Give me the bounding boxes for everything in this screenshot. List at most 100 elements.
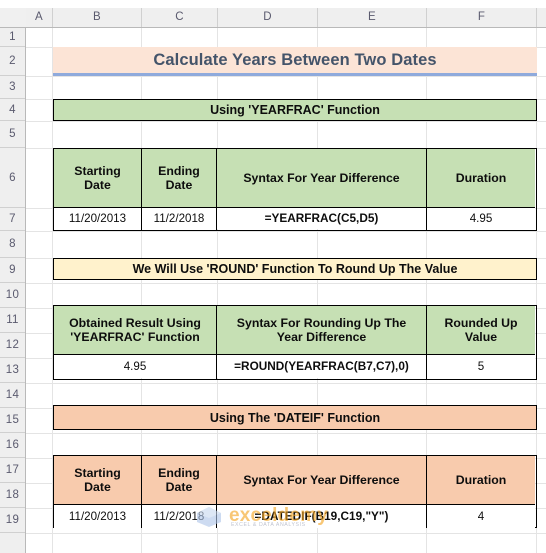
column-header-g-partial[interactable]: [537, 8, 546, 27]
table-row-separator: [54, 354, 535, 356]
table-cell-duration[interactable]: 4: [427, 505, 535, 528]
column-header-a[interactable]: A: [26, 8, 53, 27]
header-line: Value: [464, 330, 498, 344]
row-header-4[interactable]: 4: [0, 99, 25, 121]
row-header-7[interactable]: 7: [0, 208, 25, 231]
round-table: Obtained Result Using 'YEARFRAC' Functio…: [53, 305, 537, 380]
row-label: 8: [9, 238, 16, 250]
column-header-d[interactable]: D: [218, 8, 318, 27]
column-header-b[interactable]: B: [53, 8, 142, 27]
row-label: 3: [9, 81, 16, 93]
yearfrac-table: Starting Date Ending Date Syntax For Yea…: [53, 148, 537, 231]
table-cell-syntax[interactable]: =YEARFRAC(C5,D5): [217, 208, 426, 229]
row-header-17[interactable]: 17: [0, 458, 25, 483]
row-label: 11: [6, 314, 19, 326]
table-column-separator: [216, 149, 218, 230]
table-header-syntax-rounding: Syntax For Rounding Up The Year Differen…: [217, 306, 426, 354]
table-column-separator: [426, 149, 428, 230]
row-label: 19: [5, 514, 20, 526]
row-header-13[interactable]: 13: [0, 358, 25, 383]
gridline-h: [26, 121, 546, 122]
table-cell-duration[interactable]: 4.95: [427, 208, 535, 229]
header-line: Date: [165, 178, 193, 192]
row-label: 17: [5, 464, 20, 476]
column-header-c[interactable]: C: [142, 8, 218, 27]
table-cell-obtained-result[interactable]: 4.95: [54, 355, 216, 378]
spreadsheet-canvas: A B C D E F 1 2 3 4 5 6 7 8 9 10 11 12 1…: [0, 0, 546, 553]
row-label: 2: [9, 55, 16, 67]
table-cell-ending-date[interactable]: 11/2/2018: [142, 505, 216, 528]
row-header-8[interactable]: 8: [0, 231, 25, 258]
table-column-separator: [141, 149, 143, 230]
table-column-separator: [216, 306, 218, 379]
row-header-15[interactable]: 15: [0, 408, 25, 433]
header-line: Date: [84, 480, 111, 494]
row-header-6[interactable]: 6: [0, 148, 25, 208]
section-banner-round[interactable]: We Will Use 'ROUND' Function To Round Up…: [53, 258, 537, 280]
table-cell-syntax-rounding[interactable]: =ROUND(YEARFRAC(B7,C7),0): [217, 355, 426, 378]
table-cell-ending-date[interactable]: 11/2/2018: [142, 208, 216, 229]
header-line: Rounded Up: [444, 315, 518, 330]
column-header-row: A B C D E F: [0, 8, 546, 28]
row-header-18[interactable]: 18: [0, 483, 25, 508]
row-header-2[interactable]: 2: [0, 47, 25, 76]
row-label: 7: [9, 213, 16, 225]
row-label: 4: [9, 103, 16, 116]
gridline-h: [26, 283, 546, 284]
header-line: Obtained Result Using: [69, 315, 201, 330]
header-line: Syntax For Rounding Up The: [236, 315, 407, 330]
table-header-syntax: Syntax For Year Difference: [217, 149, 426, 207]
header-line: Ending: [158, 163, 200, 178]
table-header-starting-date: Starting Date: [54, 149, 141, 207]
table-column-separator: [216, 456, 218, 527]
section-banner-yearfrac[interactable]: Using 'YEARFRAC' Function: [53, 99, 537, 121]
table-header-starting-date: Starting Date: [54, 456, 141, 504]
row-header-1[interactable]: 1: [0, 28, 25, 47]
header-line: Starting: [74, 465, 121, 480]
row-label: 13: [5, 364, 20, 376]
row-header-column: 1 2 3 4 5 6 7 8 9 10 11 12 13 14 15 16 1…: [0, 28, 26, 553]
row-label: 10: [5, 289, 20, 301]
table-column-separator: [426, 306, 428, 379]
table-cell-syntax[interactable]: =DATEDIF(B19,C19,"Y"): [217, 505, 426, 528]
row-label: 16: [5, 439, 20, 451]
row-header-10[interactable]: 10: [0, 283, 25, 308]
table-header-duration: Duration: [427, 456, 535, 504]
row-header-3[interactable]: 3: [0, 76, 25, 99]
header-line: 'YEARFRAC' Function: [70, 330, 200, 344]
header-line: Date: [165, 480, 193, 494]
header-line: Ending: [158, 465, 200, 480]
table-cell-rounded-up-value[interactable]: 5: [427, 355, 535, 378]
column-header-e[interactable]: E: [318, 8, 427, 27]
table-header-obtained-result: Obtained Result Using 'YEARFRAC' Functio…: [54, 306, 216, 354]
row-header-12[interactable]: 12: [0, 333, 25, 358]
column-header-f[interactable]: F: [427, 8, 537, 27]
row-header-14[interactable]: 14: [0, 383, 25, 408]
table-cell-starting-date[interactable]: 11/20/2013: [54, 208, 141, 229]
table-row-separator: [54, 504, 535, 506]
header-line: Starting: [74, 163, 121, 178]
row-label: 5: [9, 128, 16, 140]
row-label: 15: [5, 414, 20, 426]
row-label: 14: [5, 389, 20, 401]
table-row-separator: [54, 207, 535, 209]
row-label: 1: [9, 31, 16, 43]
gridline-h: [26, 533, 546, 534]
row-label: 12: [5, 339, 20, 351]
table-header-ending-date: Ending Date: [142, 149, 216, 207]
row-label: 9: [9, 264, 16, 276]
row-header-5[interactable]: 5: [0, 121, 25, 148]
row-header-9[interactable]: 9: [0, 258, 25, 283]
row-header-16[interactable]: 16: [0, 433, 25, 458]
table-column-separator: [141, 456, 143, 527]
row-label: 18: [5, 489, 20, 501]
gridline-h: [26, 76, 546, 77]
row-header-19[interactable]: 19: [0, 508, 25, 533]
dateif-table: Starting Date Ending Date Syntax For Yea…: [53, 455, 537, 528]
table-cell-starting-date[interactable]: 11/20/2013: [54, 505, 141, 528]
row-header-11[interactable]: 11: [0, 308, 25, 333]
row-label: 6: [9, 171, 16, 184]
page-title-banner[interactable]: Calculate Years Between Two Dates: [53, 47, 537, 76]
section-banner-dateif[interactable]: Using The 'DATEIF' Function: [53, 405, 537, 430]
table-header-rounded-up-value: Rounded Up Value: [427, 306, 535, 354]
